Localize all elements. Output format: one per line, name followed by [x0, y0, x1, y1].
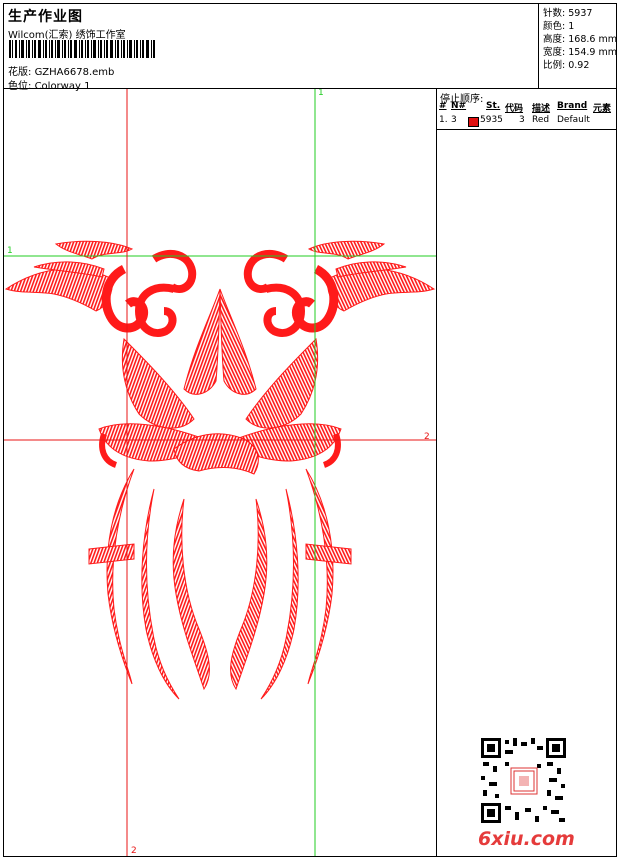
row-code: 3 — [519, 115, 525, 125]
qr-code — [481, 738, 566, 823]
col-stitches: St. — [486, 101, 501, 111]
stat-scale: 比例: 0.92 — [543, 60, 590, 71]
company-name: Wilcom(汇索) 绣饰工作室 — [8, 30, 126, 41]
table-divider — [436, 129, 617, 130]
stop-table-header: # N# St. 代码 描述 Brand 元素 — [437, 101, 617, 115]
col-element: 元素 — [593, 104, 612, 114]
tribal-embroidery-design — [4, 240, 436, 700]
row-number: 3 — [451, 115, 457, 125]
guide-lines — [4, 89, 436, 856]
row-description: Red — [532, 115, 550, 125]
header-left: 生产作业图 Wilcom(汇索) 绣饰工作室 花版: GZHA6678.emb … — [4, 4, 537, 92]
guide-label-h2: 2 — [424, 432, 430, 442]
stat-colors: 颜色: 1 — [543, 21, 575, 32]
row-brand: Default — [557, 115, 590, 125]
row-stitches: 5935 — [480, 115, 503, 125]
guide-label-v2: 2 — [131, 846, 137, 856]
guide-label-v1: 1 — [318, 89, 324, 98]
barcode — [9, 40, 155, 58]
page-title: 生产作业图 — [8, 9, 83, 25]
col-number: N# — [451, 101, 467, 111]
stat-height: 高度: 168.6 mm — [543, 34, 617, 45]
watermark: 6xiu.com — [478, 828, 575, 850]
color-swatch — [468, 117, 479, 127]
col-description: 描述 — [532, 104, 551, 114]
stat-stitches: 针数: 5937 — [543, 8, 593, 19]
guide-label-h1: 1 — [7, 246, 13, 256]
row-index: 1. — [439, 115, 448, 125]
design-stats: 针数: 5937 颜色: 1 高度: 168.6 mm 宽度: 154.9 mm… — [538, 3, 618, 88]
col-brand: Brand — [557, 101, 588, 111]
design-file-row: 花版: GZHA6678.emb — [8, 63, 114, 78]
stat-width: 宽度: 154.9 mm — [543, 47, 617, 58]
panel-divider — [436, 88, 437, 857]
col-code: 代码 — [505, 104, 524, 114]
design-canvas[interactable]: 1 1 2 2 — [4, 89, 436, 856]
col-hash: # — [439, 101, 447, 111]
embroidery-preview — [4, 89, 436, 856]
table-row: 1. 3 5935 3 Red Default — [437, 115, 617, 128]
